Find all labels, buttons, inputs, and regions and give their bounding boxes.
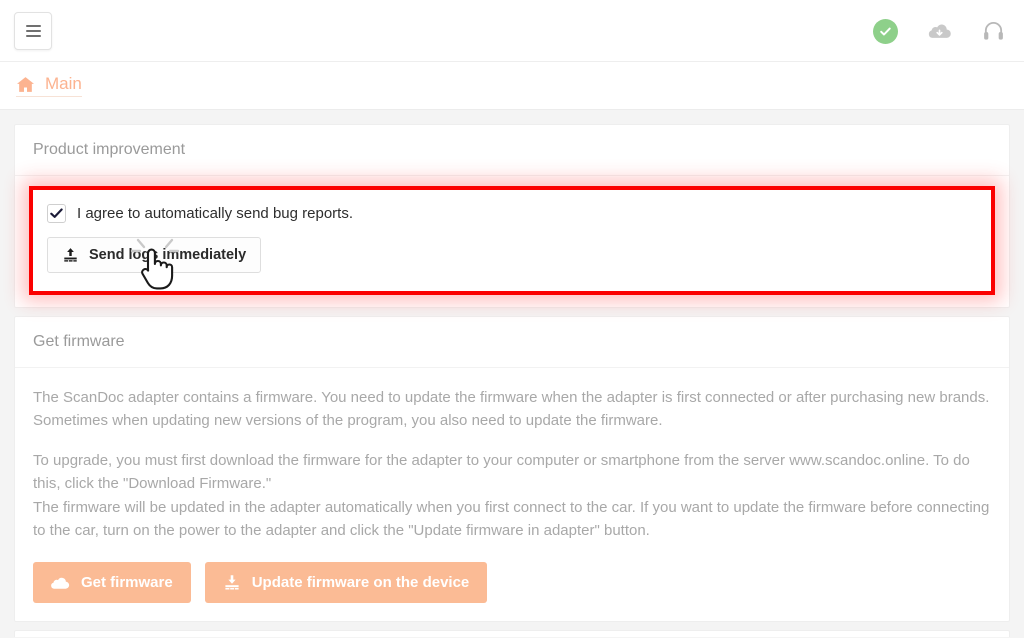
panel-product-improvement: Product improvement I agree to automatic… bbox=[14, 124, 1010, 308]
firmware-paragraph-3: The firmware will be updated in the adap… bbox=[33, 498, 990, 539]
agree-checkbox-label[interactable]: I agree to automatically send bug report… bbox=[77, 205, 353, 222]
upload-icon bbox=[62, 247, 79, 263]
get-firmware-button[interactable]: Get firmware bbox=[33, 562, 191, 604]
update-firmware-on-device-label: Update firmware on the device bbox=[251, 574, 470, 592]
firmware-paragraph-1: The ScanDoc adapter contains a firmware.… bbox=[33, 389, 990, 430]
update-firmware-on-device-button[interactable]: Update firmware on the device bbox=[204, 562, 488, 604]
top-bar-icon-group bbox=[873, 0, 1006, 62]
panel-title-product-improvement: Product improvement bbox=[15, 125, 1009, 176]
panel-next-section-clipped bbox=[14, 630, 1010, 637]
panel-get-firmware: Get firmware The ScanDoc adapter contain… bbox=[14, 316, 1010, 623]
firmware-button-row: Get firmware Update firmware on the devi… bbox=[33, 562, 991, 604]
support-headset-icon[interactable] bbox=[980, 18, 1006, 44]
send-logs-immediately-button[interactable]: Send logs immediately bbox=[47, 237, 262, 273]
download-to-device-icon bbox=[223, 574, 241, 591]
breadcrumb: Main bbox=[0, 62, 1024, 110]
agree-row[interactable]: I agree to automatically send bug report… bbox=[47, 204, 977, 223]
menu-toggle-button[interactable] bbox=[14, 12, 52, 50]
highlight-region-bug-reports: I agree to automatically send bug report… bbox=[29, 186, 995, 295]
hamburger-bar bbox=[25, 35, 41, 37]
connection-ok-icon[interactable] bbox=[873, 18, 898, 44]
firmware-paragraph-2: To upgrade, you must first download the … bbox=[33, 451, 970, 493]
panel-title-get-firmware: Get firmware bbox=[15, 317, 1009, 368]
cloud-download-icon[interactable] bbox=[926, 18, 952, 44]
send-logs-immediately-label: Send logs immediately bbox=[89, 247, 247, 263]
panel-body-get-firmware: The ScanDoc adapter contains a firmware.… bbox=[15, 368, 1009, 621]
panel-body-product-improvement: I agree to automatically send bug report… bbox=[15, 176, 1009, 307]
home-icon bbox=[16, 76, 35, 93]
hamburger-bar bbox=[25, 30, 41, 32]
hamburger-bar bbox=[25, 25, 41, 27]
top-bar bbox=[0, 0, 1024, 62]
cloud-icon bbox=[51, 576, 70, 590]
get-firmware-label: Get firmware bbox=[81, 574, 173, 592]
breadcrumb-label: Main bbox=[45, 74, 82, 93]
breadcrumb-item-main[interactable]: Main bbox=[16, 74, 82, 97]
main-content: Product improvement I agree to automatic… bbox=[0, 110, 1024, 637]
agree-checkbox[interactable] bbox=[47, 204, 66, 223]
